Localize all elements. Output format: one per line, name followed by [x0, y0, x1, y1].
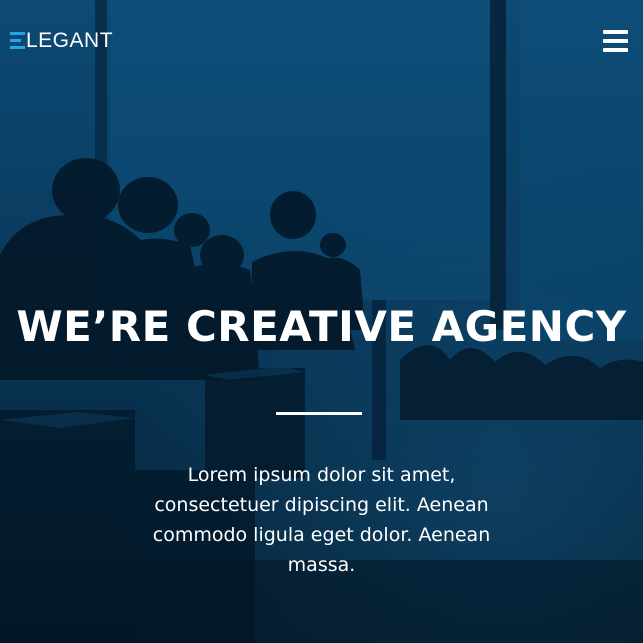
logo-e-icon: [10, 31, 25, 49]
hamburger-menu-icon[interactable]: [603, 30, 629, 52]
logo-text: LEGANT: [26, 28, 114, 52]
hero-description: Lorem ipsum dolor sit amet, consectetuer…: [152, 464, 491, 576]
hero-divider: [276, 412, 362, 415]
brand-logo[interactable]: LEGANT: [10, 27, 113, 53]
hero-title: WE’RE CREATIVE AGENCY: [16, 302, 627, 351]
hero-section: LEGANT WE’RE CREATIVE AGENCY Lorem ipsum…: [0, 0, 643, 643]
